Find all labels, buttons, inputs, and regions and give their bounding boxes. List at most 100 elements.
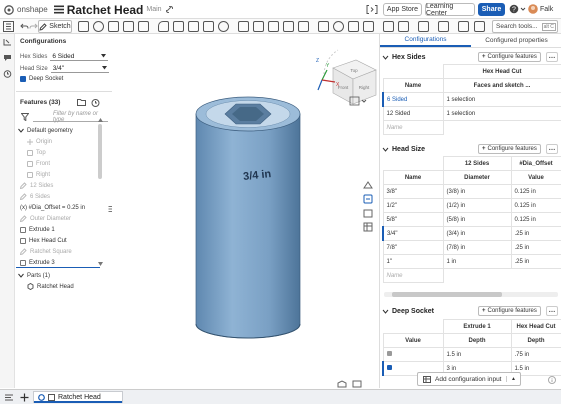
plane-icon[interactable] [318,21,329,32]
table-row[interactable]: 5/8" (5/8) in 0.125 in [382,212,561,227]
configure-features-button[interactable]: + Configure features [478,144,541,154]
learning-center-button[interactable]: Learning Center [425,3,475,17]
table-cell[interactable]: 1" [382,254,444,269]
section-view-icon[interactable] [398,21,409,32]
variable-table-icon[interactable] [3,38,12,46]
checked-box-icon[interactable] [387,365,392,370]
horizontal-scrollbar[interactable] [384,292,558,297]
undo-icon[interactable] [20,22,29,31]
history-icon[interactable] [3,70,12,78]
feature-top-plane[interactable]: Top [27,148,46,157]
features-scrollbar[interactable] [98,124,102,179]
table-cell[interactable]: 0.125 in [510,184,561,199]
folder-icon[interactable] [77,99,86,106]
table-cell[interactable]: 1/2" [382,198,444,213]
table-cell[interactable]: 6 Sided [382,92,444,107]
table-cell[interactable]: (1/2) in [442,198,512,213]
new-row-name-input[interactable]: Name [382,120,444,135]
table-row[interactable]: 6 Sided 1 selection [382,92,561,107]
view-cube[interactable]: Top Front Right Z X Y [316,49,377,105]
fillet-icon[interactable] [158,21,169,32]
table-cell[interactable]: 1 in [442,254,512,269]
pattern-icon[interactable] [238,21,249,32]
table-cell[interactable]: 1 selection [442,106,561,121]
table-cell[interactable]: 0.125 in [510,198,561,213]
comments-icon[interactable] [3,54,12,62]
feature-right-plane[interactable]: Right [27,170,50,179]
hole-icon[interactable] [218,21,229,32]
chamfer-icon[interactable] [173,21,184,32]
configuration-panel-icon[interactable] [363,222,373,232]
scroll-down-arrow-icon[interactable] [98,262,103,266]
table-cell[interactable]: .25 in [510,240,561,255]
tab-configured-properties[interactable]: Configured properties [471,34,561,47]
feature-hex-head-cut[interactable]: Hex Head Cut [20,236,67,245]
part-studio-parts-icon[interactable] [363,194,373,204]
feature-6-sides[interactable]: 6 Sides [20,192,50,201]
sweep-icon[interactable] [108,21,119,32]
measure-icon[interactable] [383,21,394,32]
table-cell[interactable]: .25 in [510,254,561,269]
settings-icon[interactable] [38,393,45,401]
add-tab-icon[interactable] [20,393,29,402]
table-cell[interactable]: (3/8) in [442,184,512,199]
table-cell[interactable]: 5/8" [382,212,444,227]
add-configuration-input-button[interactable]: Add configuration input ▲ [417,372,521,386]
table-cell[interactable]: 12 Sided [382,106,444,121]
hex-sides-select[interactable]: 6 Sided [50,52,109,61]
table-row[interactable]: 3/8" (3/8) in 0.125 in [382,184,561,199]
boolean-icon[interactable] [268,21,279,32]
table-cell[interactable]: .75 in [510,347,561,362]
table-cell[interactable]: 3/8" [382,184,444,199]
search-tools-input[interactable]: Search tools... alt C [492,20,558,33]
scroll-up-arrow-icon[interactable] [98,118,103,122]
feature-default-geometry[interactable]: Default geometry [18,126,73,135]
feature-origin[interactable]: Origin [27,137,52,146]
scrollbar-thumb[interactable] [392,292,502,297]
thicken-icon[interactable] [138,21,149,32]
code-icon[interactable] [366,4,378,15]
branch-label[interactable]: Main [146,6,161,13]
more-options-button[interactable]: … [546,52,558,62]
frame-icon[interactable] [438,21,449,32]
table-row[interactable]: 7/8" (7/8) in .25 in [382,240,561,255]
rollback-bar[interactable] [16,267,100,268]
table-cell[interactable]: (7/8) in [442,240,512,255]
named-views-icon[interactable] [337,380,347,388]
transform-icon[interactable] [298,21,309,32]
table-cell[interactable]: (3/4) in [442,226,512,241]
revolve-icon[interactable] [93,21,104,32]
help-button[interactable]: ? [509,4,526,14]
socket-model[interactable]: 3/4 in Top Front Right Z X Y [112,34,378,388]
feature-ratchet-square[interactable]: Ratchet Square [20,247,72,256]
document-title[interactable]: Ratchet Head [67,3,144,17]
tab-configurations[interactable]: Configurations [380,34,471,47]
table-cell[interactable]: 0.125 in [510,212,561,227]
table-cell[interactable]: 1 selection [442,92,561,107]
feature-list-toggle-icon[interactable] [3,21,14,32]
table-row[interactable]: 3/4" (3/4) in .25 in [382,226,561,241]
table-row[interactable]: Name [382,268,561,283]
table-cell[interactable]: 7/8" [382,240,444,255]
view-options-icon[interactable] [474,21,485,32]
more-options-button[interactable]: … [546,144,558,154]
table-cell[interactable]: .25 in [510,226,561,241]
split-icon[interactable] [283,21,294,32]
mirror-icon[interactable] [253,21,264,32]
info-icon[interactable] [548,376,556,384]
parts-group[interactable]: Parts (1) [18,271,50,280]
render-icon[interactable] [352,380,362,388]
extrude-icon[interactable] [78,21,89,32]
new-row-name-input[interactable]: Name [382,268,444,283]
loft-icon[interactable] [123,21,134,32]
table-row[interactable]: 1.5 in .75 in [382,347,561,362]
redo-icon[interactable] [29,22,38,31]
sketch-button[interactable]: Sketch [38,20,72,33]
configure-features-button[interactable]: + Configure features [478,52,541,62]
table-row[interactable]: 1" 1 in .25 in [382,254,561,269]
unchecked-box-icon[interactable] [386,351,392,356]
link-icon[interactable] [165,5,174,14]
head-size-select[interactable]: 3/4" [50,64,109,73]
explode-icon[interactable] [458,21,469,32]
table-cell[interactable] [382,347,444,362]
